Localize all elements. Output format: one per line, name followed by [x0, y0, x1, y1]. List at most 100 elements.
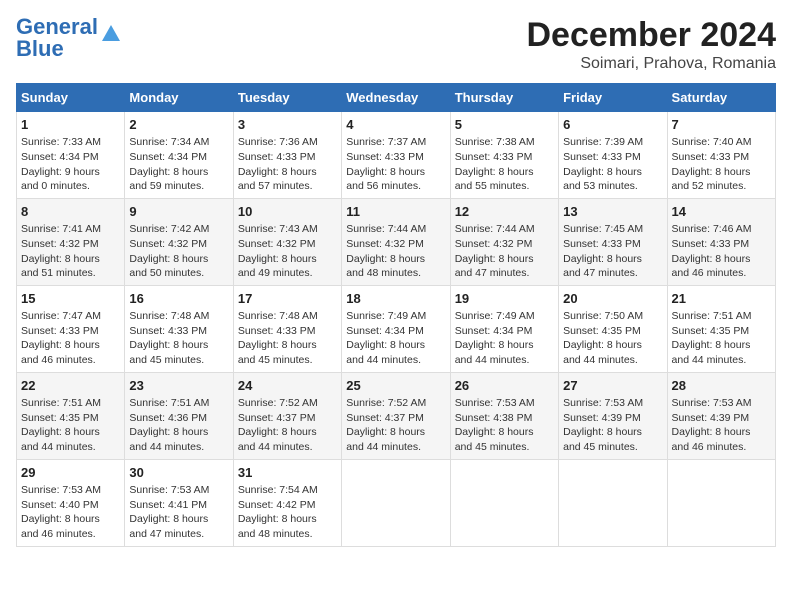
day-info: Sunrise: 7:39 AMSunset: 4:33 PMDaylight:…: [563, 135, 662, 194]
logo: GeneralBlue: [16, 16, 122, 60]
calendar-cell: 30Sunrise: 7:53 AMSunset: 4:41 PMDayligh…: [125, 459, 233, 546]
day-info: Sunrise: 7:46 AMSunset: 4:33 PMDaylight:…: [672, 222, 771, 281]
header-sunday: Sunday: [17, 84, 125, 112]
day-number: 15: [21, 290, 120, 308]
day-info: Sunrise: 7:36 AMSunset: 4:33 PMDaylight:…: [238, 135, 337, 194]
calendar-cell: 13Sunrise: 7:45 AMSunset: 4:33 PMDayligh…: [559, 198, 667, 285]
calendar-week-1: 1Sunrise: 7:33 AMSunset: 4:34 PMDaylight…: [17, 112, 776, 199]
calendar-cell: [342, 459, 450, 546]
day-number: 19: [455, 290, 554, 308]
day-number: 5: [455, 116, 554, 134]
calendar-cell: 5Sunrise: 7:38 AMSunset: 4:33 PMDaylight…: [450, 112, 558, 199]
header-tuesday: Tuesday: [233, 84, 341, 112]
day-info: Sunrise: 7:42 AMSunset: 4:32 PMDaylight:…: [129, 222, 228, 281]
calendar-cell: 31Sunrise: 7:54 AMSunset: 4:42 PMDayligh…: [233, 459, 341, 546]
day-info: Sunrise: 7:44 AMSunset: 4:32 PMDaylight:…: [455, 222, 554, 281]
day-info: Sunrise: 7:54 AMSunset: 4:42 PMDaylight:…: [238, 483, 337, 542]
day-info: Sunrise: 7:48 AMSunset: 4:33 PMDaylight:…: [129, 309, 228, 368]
calendar-cell: 24Sunrise: 7:52 AMSunset: 4:37 PMDayligh…: [233, 372, 341, 459]
calendar-cell: 16Sunrise: 7:48 AMSunset: 4:33 PMDayligh…: [125, 285, 233, 372]
day-number: 31: [238, 464, 337, 482]
day-info: Sunrise: 7:41 AMSunset: 4:32 PMDaylight:…: [21, 222, 120, 281]
day-number: 17: [238, 290, 337, 308]
day-info: Sunrise: 7:53 AMSunset: 4:39 PMDaylight:…: [563, 396, 662, 455]
calendar-cell: 15Sunrise: 7:47 AMSunset: 4:33 PMDayligh…: [17, 285, 125, 372]
calendar-cell: 17Sunrise: 7:48 AMSunset: 4:33 PMDayligh…: [233, 285, 341, 372]
calendar-cell: 19Sunrise: 7:49 AMSunset: 4:34 PMDayligh…: [450, 285, 558, 372]
day-info: Sunrise: 7:51 AMSunset: 4:35 PMDaylight:…: [21, 396, 120, 455]
calendar-cell: 2Sunrise: 7:34 AMSunset: 4:34 PMDaylight…: [125, 112, 233, 199]
day-number: 27: [563, 377, 662, 395]
calendar-cell: 14Sunrise: 7:46 AMSunset: 4:33 PMDayligh…: [667, 198, 775, 285]
calendar-cell: 4Sunrise: 7:37 AMSunset: 4:33 PMDaylight…: [342, 112, 450, 199]
calendar-cell: 20Sunrise: 7:50 AMSunset: 4:35 PMDayligh…: [559, 285, 667, 372]
day-number: 7: [672, 116, 771, 134]
day-info: Sunrise: 7:33 AMSunset: 4:34 PMDaylight:…: [21, 135, 120, 194]
page-header: GeneralBlue December 2024 Soimari, Praho…: [16, 16, 776, 73]
day-number: 25: [346, 377, 445, 395]
day-info: Sunrise: 7:45 AMSunset: 4:33 PMDaylight:…: [563, 222, 662, 281]
calendar-cell: 10Sunrise: 7:43 AMSunset: 4:32 PMDayligh…: [233, 198, 341, 285]
calendar-cell: 22Sunrise: 7:51 AMSunset: 4:35 PMDayligh…: [17, 372, 125, 459]
day-number: 30: [129, 464, 228, 482]
calendar-week-3: 15Sunrise: 7:47 AMSunset: 4:33 PMDayligh…: [17, 285, 776, 372]
calendar-cell: 26Sunrise: 7:53 AMSunset: 4:38 PMDayligh…: [450, 372, 558, 459]
calendar-table: SundayMondayTuesdayWednesdayThursdayFrid…: [16, 83, 776, 547]
day-number: 29: [21, 464, 120, 482]
day-number: 1: [21, 116, 120, 134]
day-number: 26: [455, 377, 554, 395]
day-info: Sunrise: 7:51 AMSunset: 4:35 PMDaylight:…: [672, 309, 771, 368]
page-subtitle: Soimari, Prahova, Romania: [526, 55, 776, 73]
day-number: 2: [129, 116, 228, 134]
day-info: Sunrise: 7:40 AMSunset: 4:33 PMDaylight:…: [672, 135, 771, 194]
page-title: December 2024: [526, 16, 776, 55]
calendar-cell: [559, 459, 667, 546]
calendar-cell: 1Sunrise: 7:33 AMSunset: 4:34 PMDaylight…: [17, 112, 125, 199]
calendar-header-row: SundayMondayTuesdayWednesdayThursdayFrid…: [17, 84, 776, 112]
day-info: Sunrise: 7:34 AMSunset: 4:34 PMDaylight:…: [129, 135, 228, 194]
logo-icon: [100, 23, 122, 45]
calendar-week-2: 8Sunrise: 7:41 AMSunset: 4:32 PMDaylight…: [17, 198, 776, 285]
day-info: Sunrise: 7:53 AMSunset: 4:40 PMDaylight:…: [21, 483, 120, 542]
calendar-cell: 28Sunrise: 7:53 AMSunset: 4:39 PMDayligh…: [667, 372, 775, 459]
header-wednesday: Wednesday: [342, 84, 450, 112]
day-number: 23: [129, 377, 228, 395]
day-info: Sunrise: 7:49 AMSunset: 4:34 PMDaylight:…: [455, 309, 554, 368]
day-number: 8: [21, 203, 120, 221]
day-info: Sunrise: 7:53 AMSunset: 4:38 PMDaylight:…: [455, 396, 554, 455]
day-info: Sunrise: 7:38 AMSunset: 4:33 PMDaylight:…: [455, 135, 554, 194]
day-number: 13: [563, 203, 662, 221]
day-info: Sunrise: 7:53 AMSunset: 4:41 PMDaylight:…: [129, 483, 228, 542]
calendar-cell: 12Sunrise: 7:44 AMSunset: 4:32 PMDayligh…: [450, 198, 558, 285]
day-info: Sunrise: 7:52 AMSunset: 4:37 PMDaylight:…: [238, 396, 337, 455]
day-number: 28: [672, 377, 771, 395]
day-number: 11: [346, 203, 445, 221]
calendar-cell: 6Sunrise: 7:39 AMSunset: 4:33 PMDaylight…: [559, 112, 667, 199]
calendar-cell: 11Sunrise: 7:44 AMSunset: 4:32 PMDayligh…: [342, 198, 450, 285]
day-info: Sunrise: 7:49 AMSunset: 4:34 PMDaylight:…: [346, 309, 445, 368]
header-thursday: Thursday: [450, 84, 558, 112]
day-info: Sunrise: 7:47 AMSunset: 4:33 PMDaylight:…: [21, 309, 120, 368]
day-info: Sunrise: 7:37 AMSunset: 4:33 PMDaylight:…: [346, 135, 445, 194]
day-number: 3: [238, 116, 337, 134]
day-info: Sunrise: 7:50 AMSunset: 4:35 PMDaylight:…: [563, 309, 662, 368]
day-number: 24: [238, 377, 337, 395]
day-info: Sunrise: 7:51 AMSunset: 4:36 PMDaylight:…: [129, 396, 228, 455]
day-info: Sunrise: 7:53 AMSunset: 4:39 PMDaylight:…: [672, 396, 771, 455]
calendar-cell: 25Sunrise: 7:52 AMSunset: 4:37 PMDayligh…: [342, 372, 450, 459]
calendar-cell: 21Sunrise: 7:51 AMSunset: 4:35 PMDayligh…: [667, 285, 775, 372]
calendar-week-4: 22Sunrise: 7:51 AMSunset: 4:35 PMDayligh…: [17, 372, 776, 459]
header-saturday: Saturday: [667, 84, 775, 112]
day-number: 4: [346, 116, 445, 134]
day-info: Sunrise: 7:43 AMSunset: 4:32 PMDaylight:…: [238, 222, 337, 281]
day-info: Sunrise: 7:44 AMSunset: 4:32 PMDaylight:…: [346, 222, 445, 281]
day-number: 20: [563, 290, 662, 308]
header-friday: Friday: [559, 84, 667, 112]
day-info: Sunrise: 7:52 AMSunset: 4:37 PMDaylight:…: [346, 396, 445, 455]
calendar-cell: 27Sunrise: 7:53 AMSunset: 4:39 PMDayligh…: [559, 372, 667, 459]
calendar-cell: 8Sunrise: 7:41 AMSunset: 4:32 PMDaylight…: [17, 198, 125, 285]
calendar-cell: 23Sunrise: 7:51 AMSunset: 4:36 PMDayligh…: [125, 372, 233, 459]
calendar-week-5: 29Sunrise: 7:53 AMSunset: 4:40 PMDayligh…: [17, 459, 776, 546]
calendar-cell: 29Sunrise: 7:53 AMSunset: 4:40 PMDayligh…: [17, 459, 125, 546]
day-info: Sunrise: 7:48 AMSunset: 4:33 PMDaylight:…: [238, 309, 337, 368]
